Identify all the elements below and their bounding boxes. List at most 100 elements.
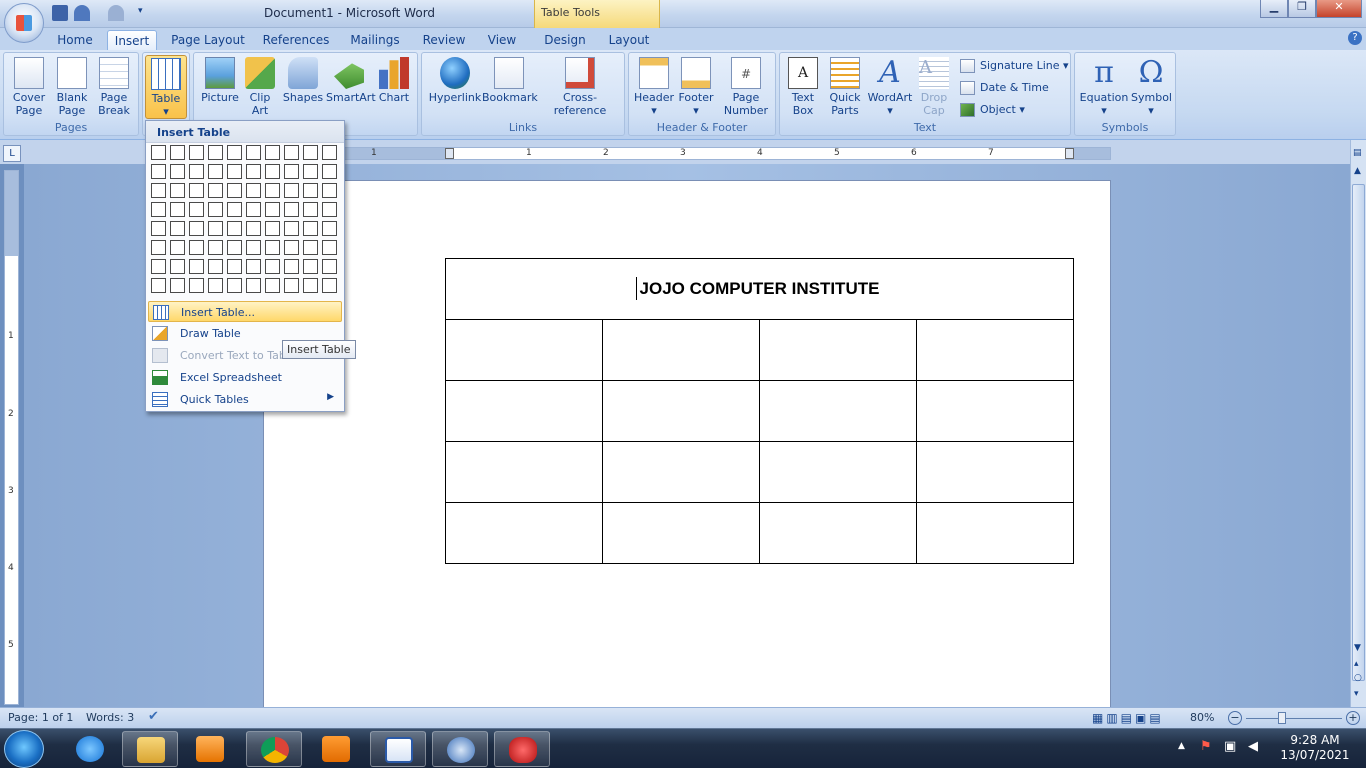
table-grid-cell[interactable] xyxy=(151,240,166,255)
table-grid-cell[interactable] xyxy=(227,145,242,160)
zoom-in-icon[interactable]: + xyxy=(1346,711,1360,725)
redo-icon[interactable] xyxy=(108,5,124,21)
table-grid-cell[interactable] xyxy=(303,145,318,160)
table-grid-cell[interactable] xyxy=(322,202,337,217)
table-grid-cell[interactable] xyxy=(284,183,299,198)
table-grid-cell[interactable] xyxy=(265,183,280,198)
table-grid-cell[interactable] xyxy=(284,164,299,179)
table-grid-cell[interactable] xyxy=(189,278,204,293)
table-cell[interactable] xyxy=(916,502,1074,564)
taskbar-internet-explorer[interactable] xyxy=(62,731,118,767)
scroll-up-icon[interactable]: ▲ xyxy=(1354,166,1361,176)
table-grid-cell[interactable] xyxy=(151,259,166,274)
table-grid-cell[interactable] xyxy=(265,259,280,274)
table-grid-cell[interactable] xyxy=(265,240,280,255)
table-grid-cell[interactable] xyxy=(284,145,299,160)
right-indent-marker-icon[interactable] xyxy=(1065,148,1074,159)
table-grid-cell[interactable] xyxy=(208,278,223,293)
scroll-thumb[interactable] xyxy=(1352,184,1365,681)
table-grid-cell[interactable] xyxy=(208,164,223,179)
table-grid-cell[interactable] xyxy=(322,278,337,293)
picture-button[interactable]: Picture xyxy=(200,55,240,104)
table-cell[interactable] xyxy=(916,441,1074,503)
minimize-button[interactable]: ▁ xyxy=(1260,0,1288,18)
table-grid-cell[interactable] xyxy=(246,164,261,179)
table-grid-cell[interactable] xyxy=(265,221,280,236)
system-clock[interactable]: 9:28 AM 13/07/2021 xyxy=(1270,733,1360,763)
table-grid-cell[interactable] xyxy=(151,145,166,160)
taskbar-chrome[interactable] xyxy=(246,731,302,767)
tab-selector-button[interactable]: L xyxy=(3,145,21,162)
proofing-icon[interactable]: ✔ xyxy=(148,709,159,724)
table-grid-cell[interactable] xyxy=(151,202,166,217)
table-grid-cell[interactable] xyxy=(265,145,280,160)
smartart-button[interactable]: SmartArt xyxy=(326,55,376,104)
table-grid-cell[interactable] xyxy=(246,183,261,198)
tab-references[interactable]: References xyxy=(260,30,332,50)
table-grid-cell[interactable] xyxy=(189,202,204,217)
table-grid-cell[interactable] xyxy=(151,183,166,198)
table-grid-cell[interactable] xyxy=(227,164,242,179)
taskbar-explorer[interactable] xyxy=(122,731,178,767)
table-cell[interactable] xyxy=(445,441,603,503)
excel-spreadsheet-menu-item[interactable]: Excel Spreadsheet xyxy=(148,367,342,388)
table-grid-cell[interactable] xyxy=(246,278,261,293)
table-grid-cell[interactable] xyxy=(227,240,242,255)
network-icon[interactable]: ▣ xyxy=(1224,739,1236,754)
object-button[interactable]: Object ▾ xyxy=(960,101,1025,119)
table-grid-cell[interactable] xyxy=(303,164,318,179)
table-grid-cell[interactable] xyxy=(170,278,185,293)
table-grid-cell[interactable] xyxy=(170,145,185,160)
table-grid-cell[interactable] xyxy=(303,278,318,293)
table-grid-cell[interactable] xyxy=(246,145,261,160)
header-button[interactable]: Header ▾ xyxy=(633,55,675,117)
customize-qat-icon[interactable]: ▾ xyxy=(138,6,143,16)
table-cell[interactable] xyxy=(602,380,760,442)
table-button[interactable]: Table ▾ xyxy=(145,55,187,119)
volume-icon[interactable]: ◀ xyxy=(1248,739,1258,754)
table-grid-cell[interactable] xyxy=(170,183,185,198)
table-cell[interactable] xyxy=(602,441,760,503)
tab-design[interactable]: Design xyxy=(540,30,590,50)
quick-tables-menu-item[interactable]: Quick Tables ▶ xyxy=(148,389,342,410)
table-title-cell[interactable]: JOJO COMPUTER INSTITUTE xyxy=(445,258,1074,320)
indent-marker-icon[interactable] xyxy=(445,148,454,159)
tab-view[interactable]: View xyxy=(484,30,520,50)
table-grid-cell[interactable] xyxy=(208,259,223,274)
page-number-button[interactable]: # Page Number xyxy=(719,55,773,117)
table-cell[interactable] xyxy=(759,380,917,442)
table-cell[interactable] xyxy=(602,319,760,381)
tab-layout[interactable]: Layout xyxy=(604,30,654,50)
hyperlink-button[interactable]: Hyperlink xyxy=(427,55,483,104)
table-grid-cell[interactable] xyxy=(208,221,223,236)
table-grid-cell[interactable] xyxy=(265,164,280,179)
table-grid-cell[interactable] xyxy=(227,183,242,198)
tab-home[interactable]: Home xyxy=(52,30,98,50)
table-grid-cell[interactable] xyxy=(322,259,337,274)
horizontal-ruler[interactable]: 1 1 2 3 4 5 6 7 xyxy=(343,147,1111,160)
chart-button[interactable]: Chart xyxy=(376,55,412,104)
table-cell[interactable] xyxy=(759,319,917,381)
table-grid-cell[interactable] xyxy=(170,164,185,179)
table-grid-cell[interactable] xyxy=(189,259,204,274)
table-grid-cell[interactable] xyxy=(151,278,166,293)
table-cell[interactable] xyxy=(445,380,603,442)
vertical-scrollbar[interactable]: ▤ ▲ ▼ ▴ ○ ▾ xyxy=(1350,140,1366,707)
footer-button[interactable]: Footer ▾ xyxy=(675,55,717,117)
taskbar-word[interactable] xyxy=(370,731,426,767)
table-grid-cell[interactable] xyxy=(322,164,337,179)
table-grid-cell[interactable] xyxy=(208,145,223,160)
table-grid-cell[interactable] xyxy=(303,240,318,255)
table-grid-cell[interactable] xyxy=(265,278,280,293)
document-page[interactable]: JOJO COMPUTER INSTITUTE xyxy=(263,180,1111,710)
previous-page-icon[interactable]: ▴ xyxy=(1354,659,1359,669)
clip-art-button[interactable]: Clip Art xyxy=(244,55,276,117)
blank-page-button[interactable]: Blank Page xyxy=(52,55,92,117)
office-button[interactable] xyxy=(4,3,44,43)
tab-page-layout[interactable]: Page Layout xyxy=(170,30,246,50)
table-grid-cell[interactable] xyxy=(284,240,299,255)
table-grid-cell[interactable] xyxy=(246,221,261,236)
table-grid-cell[interactable] xyxy=(246,240,261,255)
table-grid-cell[interactable] xyxy=(322,221,337,236)
table-cell[interactable] xyxy=(916,380,1074,442)
